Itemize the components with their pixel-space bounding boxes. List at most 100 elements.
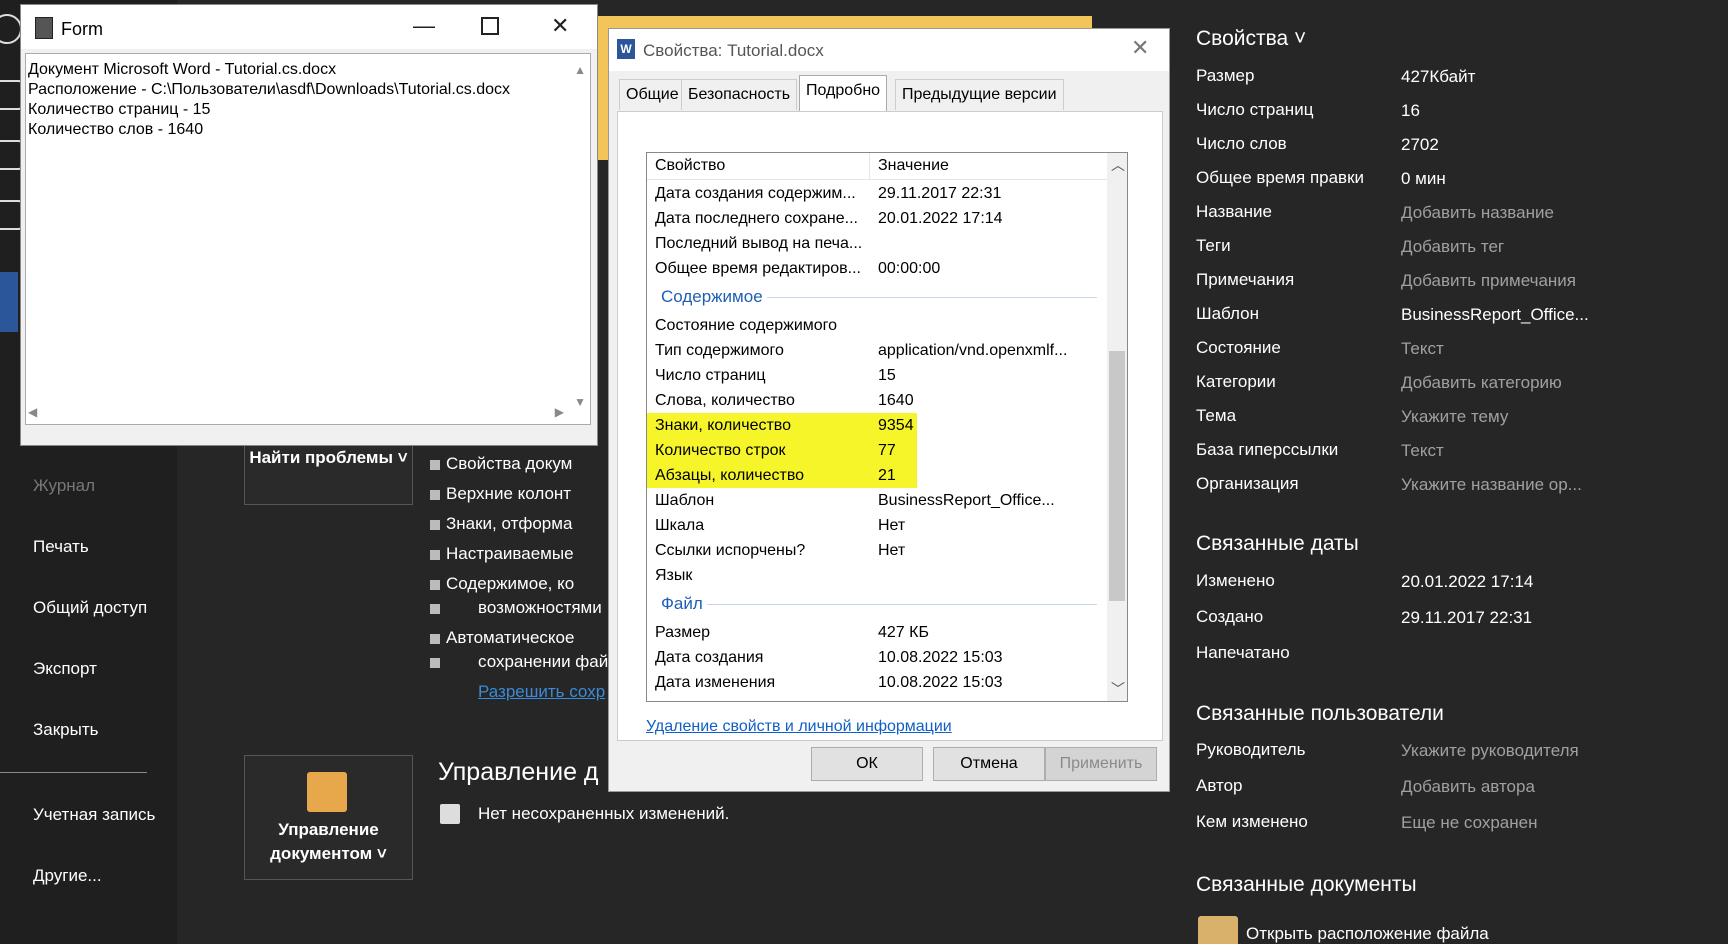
form-line: Количество слов - 1640 [28,121,204,138]
property-value: Добавить автора [1401,777,1535,796]
property-name: Размер [655,624,710,641]
property-value[interactable]: Текст [1401,441,1444,461]
table-row[interactable]: Дата изменения 10.08.2022 15:03 [647,670,1107,695]
nav-item-share[interactable]: Общий доступ [33,598,147,618]
tab-security[interactable]: Безопасность [681,79,798,110]
bullet-item: Автоматическое [429,628,575,647]
property-value: 2702 [1401,135,1439,154]
property-label: Руководитель [1196,740,1306,759]
property-value: 1640 [878,392,914,409]
property-value[interactable]: Укажите тему [1401,407,1508,427]
property-label: Категории [1196,372,1276,391]
tab-general[interactable]: Общие [619,79,686,110]
new-doc-icon[interactable] [0,140,22,170]
table-row[interactable]: Число страниц 15 [647,363,1107,388]
remove-properties-link[interactable]: Удаление свойств и личной информации [646,718,952,736]
form-line: Расположение - C:\Пользователи\asdf\Down… [28,81,511,98]
property-value: Нет [878,542,906,559]
property-value: 9354 [878,417,914,434]
bullet-item: Настраиваемые [430,544,574,563]
apply-button[interactable]: Применить [1045,747,1157,781]
column-value[interactable]: Значение [878,157,949,175]
property-value[interactable]: Добавить название [1401,203,1554,223]
tab-previous-versions[interactable]: Предыдущие версии [895,79,1064,110]
property-label: Тема [1196,406,1237,425]
property-value: 427 КБ [878,624,929,641]
property-name: Шкала [655,517,705,534]
related-docs-heading: Связанные документы [1196,873,1417,896]
scroll-left-icon[interactable]: ◀ [28,402,37,422]
table-row[interactable]: Общее время редактиров... 00:00:00 [647,256,1107,281]
property-value[interactable]: Добавить категорию [1401,373,1562,393]
nav-item-other[interactable]: Другие... [33,866,102,886]
word-file-icon: W [617,39,635,59]
manage-document-button[interactable]: Управление документом ˅ [244,755,413,880]
property-value[interactable]: Добавить примечания [1401,271,1576,291]
property-label: Число страниц [1196,100,1314,119]
minimize-button[interactable]: — [413,13,435,39]
table-row[interactable]: Количество строк 77 [647,438,917,463]
property-label: Название [1196,202,1272,221]
nav-item-print[interactable]: Печать [33,537,89,557]
table-row[interactable]: Тип содержимого application/vnd.openxmlf.… [647,338,1107,363]
property-label: Примечания [1196,270,1295,289]
scroll-up-icon[interactable]: ︿ [1111,155,1125,175]
table-row[interactable]: Шаблон BusinessReport_Office... [647,488,1107,513]
property-value[interactable]: Добавить тег [1401,237,1504,257]
scroll-down-icon[interactable]: ▼ [574,392,586,412]
document-stack-icon [440,804,460,824]
table-row[interactable]: Абзацы, количество 21 [647,463,917,488]
property-label: Число слов [1196,134,1287,153]
table-row[interactable]: Знаки, количество 9354 [647,413,917,438]
scroll-up-icon[interactable]: ▲ [574,60,586,80]
property-value[interactable]: Текст [1401,339,1444,359]
property-label: Автор [1196,776,1243,795]
scroll-right-icon[interactable]: ▶ [555,402,564,422]
open-file-location-link[interactable]: Открыть расположение файла [1246,924,1489,944]
back-arrow-icon[interactable] [0,14,22,44]
dialog-close-button[interactable]: ✕ [1131,35,1149,61]
check-issues-label: Найти проблемы ˅ [249,448,408,467]
property-value: 77 [878,442,896,459]
property-name: Абзацы, количество [655,467,805,484]
scroll-thumb[interactable] [1109,351,1125,601]
table-row[interactable]: Шкала Нет [647,513,1107,538]
table-row[interactable]: Дата последнего сохране... 20.01.2022 17:… [647,206,1107,231]
scroll-down-icon[interactable]: ﹀ [1111,679,1125,699]
tab-details[interactable]: Подробно [799,75,888,112]
list-scrollbar[interactable]: ︿ ﹀ [1107,153,1127,701]
close-button[interactable]: ✕ [551,13,569,39]
nav-item-journal[interactable]: Журнал [33,476,95,496]
allow-save-link[interactable]: Разрешить сохр [478,682,605,702]
property-label: Создано [1196,607,1264,626]
table-row[interactable]: Ссылки испорчены? Нет [647,538,1107,563]
property-value: 00:00:00 [878,260,941,277]
property-value: Укажите руководителя [1401,741,1579,760]
maximize-button[interactable] [481,17,499,35]
form-textarea[interactable]: Документ Microsoft Word - Tutorial.cs.do… [25,53,591,425]
cancel-button[interactable]: Отмена [933,747,1045,781]
property-name: Дата изменения [655,674,776,691]
nav-item-account[interactable]: Учетная запись [33,805,155,825]
properties-heading[interactable]: Свойства ˅ [1196,27,1306,51]
property-value[interactable]: Укажите название ор... [1401,475,1582,495]
table-row[interactable]: Язык [647,563,1107,588]
property-value: 29.11.2017 22:31 [1401,608,1533,627]
table-row[interactable]: Дата создания 10.08.2022 15:03 [647,645,1107,670]
property-name: Состояние содержимого [655,317,838,334]
ok-button[interactable]: ОК [811,747,923,781]
open-folder-icon[interactable] [0,200,22,230]
nav-active-indicator [0,272,18,332]
home-icon[interactable] [0,80,22,110]
nav-item-close[interactable]: Закрыть [33,720,98,740]
table-row[interactable]: Состояние содержимого [647,313,1107,338]
table-row[interactable]: Размер 427 КБ [647,620,1107,645]
table-row[interactable]: Дата создания содержим... 29.11.2017 22:3… [647,181,1107,206]
nav-item-export[interactable]: Экспорт [33,659,97,679]
table-row[interactable]: Слова, количество 1640 [647,388,1107,413]
check-issues-button[interactable]: Найти проблемы ˅ [244,437,413,505]
property-value: Еще не сохранен [1401,813,1538,832]
column-property[interactable]: Свойство [655,157,725,175]
property-list[interactable]: Свойство Значение Дата создания содержим… [646,152,1128,702]
table-row[interactable]: Последний вывод на печа... [647,231,1107,256]
